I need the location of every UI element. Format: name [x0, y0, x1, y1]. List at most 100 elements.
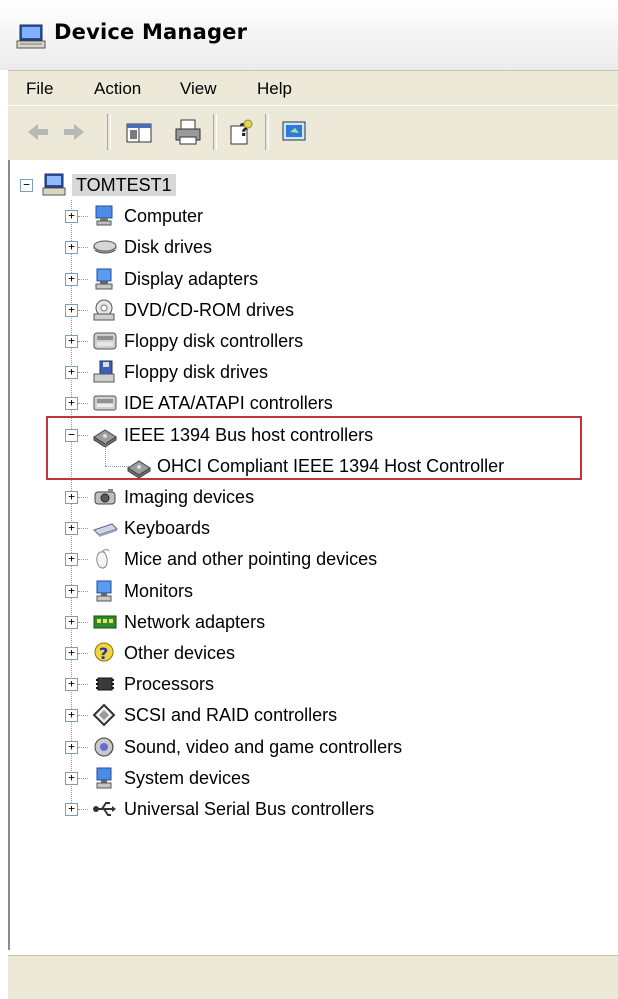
node-label: Floppy disk controllers	[124, 331, 304, 351]
floppy-drive-icon	[92, 360, 118, 384]
expand-icon[interactable]: +	[65, 241, 78, 255]
computer-icon	[42, 173, 68, 197]
collapse-icon[interactable]: −	[65, 428, 78, 442]
tree-node[interactable]: + Floppy disk controllers	[10, 326, 610, 356]
tree-node[interactable]: +? Other devices	[10, 638, 610, 668]
floppy-controller-icon	[92, 329, 118, 353]
node-label: Imaging devices	[124, 487, 255, 507]
system-device-icon	[92, 766, 118, 790]
node-label: Disk drives	[124, 237, 213, 258]
display-adapter-icon	[92, 267, 118, 291]
expand-icon[interactable]: +	[65, 366, 78, 380]
tree-node[interactable]: + IDE ATA/ATAPI controllers	[10, 388, 610, 418]
window-title: Device Manager	[54, 20, 248, 44]
menu-view[interactable]: View	[180, 79, 217, 99]
expand-icon[interactable]: +	[65, 397, 78, 411]
svg-text:?: ?	[99, 644, 108, 663]
tree-root[interactable]: − TOMTEST1	[10, 170, 610, 200]
tree-node[interactable]: + Universal Serial Bus controllers	[10, 794, 610, 824]
expand-icon[interactable]: +	[65, 709, 78, 723]
title-bar: Device Manager	[0, 0, 618, 70]
expand-icon[interactable]: +	[65, 615, 78, 629]
back-arrow-icon[interactable]	[24, 116, 52, 148]
menu-action[interactable]: Action	[94, 79, 141, 99]
expand-icon[interactable]: +	[65, 491, 78, 504]
toolbar-separator	[265, 114, 269, 150]
node-label: System devices	[124, 767, 251, 788]
cdrom-icon	[92, 298, 118, 322]
node-label: Universal Serial Bus controllers	[124, 799, 375, 819]
expand-icon[interactable]: +	[65, 522, 78, 536]
node-label: IDE ATA/ATAPI controllers	[124, 393, 333, 414]
tree-node[interactable]: + Processors	[10, 669, 610, 699]
tree-node[interactable]: + Floppy disk drives	[10, 357, 610, 387]
node-label: Monitors	[124, 580, 194, 601]
computer-category-icon	[92, 204, 118, 228]
unknown-device-icon: ?	[92, 641, 118, 665]
network-adapter-icon	[92, 610, 118, 634]
expand-icon[interactable]: +	[65, 210, 78, 224]
computer-icon	[16, 24, 48, 50]
expand-icon[interactable]: +	[65, 647, 78, 660]
show-hide-console-tree-icon[interactable]	[124, 116, 154, 148]
expand-icon[interactable]: +	[65, 272, 78, 286]
processor-icon	[92, 672, 118, 696]
expand-icon[interactable]: +	[65, 740, 78, 754]
tree-node[interactable]: + Computer	[10, 201, 610, 231]
node-label: OHCI Compliant IEEE 1394 Host Controller	[157, 455, 505, 476]
tree-node[interactable]: + Disk drives	[10, 232, 610, 262]
node-label: Display adapters	[124, 268, 259, 289]
tree-node[interactable]: + Network adapters	[10, 607, 610, 637]
ide-controller-icon	[92, 391, 118, 415]
keyboard-icon	[92, 516, 118, 540]
tree-node[interactable]: + Mice and other pointing devices	[10, 544, 610, 574]
node-label: Processors	[124, 674, 215, 695]
properties-icon[interactable]	[279, 116, 311, 148]
expand-icon[interactable]: +	[65, 584, 78, 598]
node-label: Network adapters	[124, 611, 266, 632]
tree-node[interactable]: + System devices	[10, 763, 610, 793]
tree-node[interactable]: + Keyboards	[10, 513, 610, 543]
tree-node[interactable]: + DVD/CD-ROM drives	[10, 295, 610, 325]
node-label: DVD/CD-ROM drives	[124, 299, 295, 320]
scsi-icon	[92, 703, 118, 727]
menu-bar: File Action View Help	[8, 70, 618, 105]
print-icon[interactable]	[173, 116, 203, 148]
help-icon[interactable]: ?	[226, 116, 256, 148]
expand-icon[interactable]: +	[65, 803, 78, 816]
tree-node[interactable]: − IEEE 1394 Bus host controllers	[10, 420, 610, 450]
node-label: Sound, video and game controllers	[124, 736, 403, 757]
node-label: SCSI and RAID controllers	[124, 705, 338, 726]
tree-node[interactable]: + SCSI and RAID controllers	[10, 700, 610, 730]
node-label: Mice and other pointing devices	[124, 549, 378, 570]
sound-icon	[92, 735, 118, 759]
ieee1394-icon	[126, 454, 152, 478]
collapse-icon[interactable]: −	[20, 179, 33, 192]
device-tree: − TOMTEST1 + Computer + Disk drives + Display a…	[8, 160, 618, 950]
toolbar-separator	[213, 114, 217, 150]
tree-leaf[interactable]: OHCI Compliant IEEE 1394 Host Controller	[10, 451, 610, 481]
node-label: Computer	[124, 206, 204, 227]
toolbar-separator	[107, 114, 111, 150]
forward-arrow-icon[interactable]	[60, 116, 88, 148]
node-label: Other devices	[124, 643, 236, 663]
node-label: Keyboards	[124, 518, 211, 539]
menu-help[interactable]: Help	[257, 79, 292, 99]
tree-node[interactable]: + Monitors	[10, 576, 610, 606]
disk-drive-icon	[92, 235, 118, 259]
node-label: TOMTEST1	[72, 174, 176, 196]
expand-icon[interactable]: +	[65, 771, 78, 785]
expand-icon[interactable]: +	[65, 303, 78, 317]
mouse-icon	[92, 547, 118, 571]
tree-node[interactable]: + Sound, video and game controllers	[10, 732, 610, 762]
expand-icon[interactable]: +	[65, 678, 78, 692]
expand-icon[interactable]: +	[65, 335, 78, 348]
tree-node[interactable]: + Imaging devices	[10, 482, 610, 512]
menu-file[interactable]: File	[26, 79, 53, 99]
tree-node[interactable]: + Display adapters	[10, 264, 610, 294]
monitor-icon	[92, 579, 118, 603]
status-bar	[8, 955, 618, 999]
node-label: IEEE 1394 Bus host controllers	[124, 424, 374, 445]
expand-icon[interactable]: +	[65, 553, 78, 567]
node-label: Floppy disk drives	[124, 362, 269, 383]
